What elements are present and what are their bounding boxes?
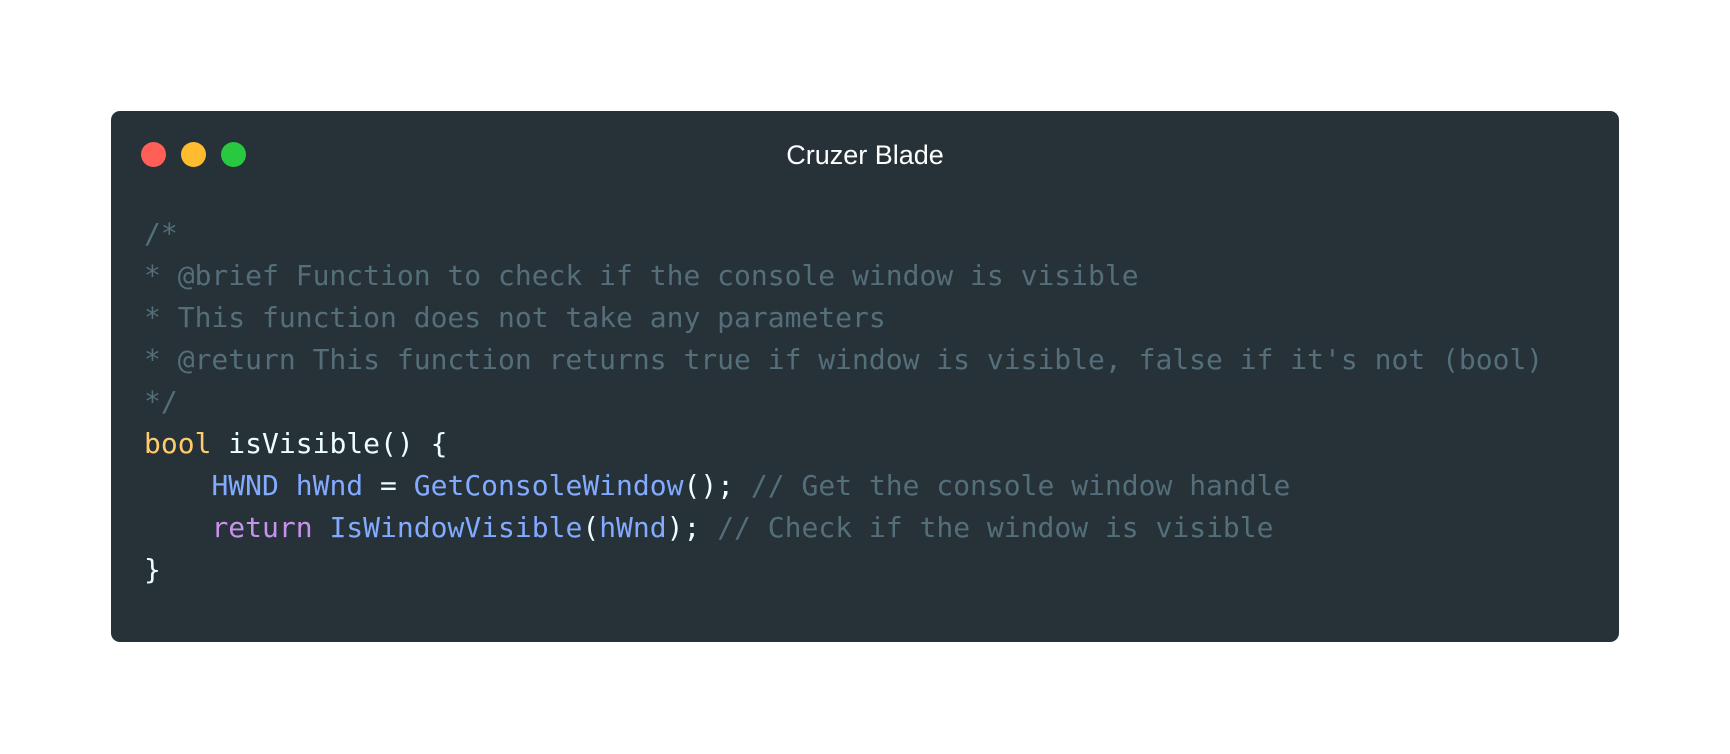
code-token-ident: GetConsoleWindow <box>413 469 684 502</box>
code-line: * @return This function returns true if … <box>144 339 1543 381</box>
code-token-keyword: return <box>211 511 313 544</box>
code-block: /* * @brief Function to check if the cons… <box>144 213 1543 591</box>
code-line: /* <box>144 213 1543 255</box>
code-line: bool isVisible() { <box>144 423 1543 465</box>
title-bar: Cruzer Blade <box>111 111 1619 197</box>
code-token-comment: */ <box>144 385 178 418</box>
code-token-ident: HWND <box>211 469 279 502</box>
code-token-plain: (); <box>683 469 751 502</box>
code-token-comment: * @return This function returns true if … <box>144 343 1544 376</box>
code-token-plain: isVisible() { <box>211 427 448 460</box>
code-token-comment: * This function does not take any parame… <box>144 301 886 334</box>
code-token-ident: hWnd <box>599 511 667 544</box>
code-line: } <box>144 549 1543 591</box>
code-token-ident: IsWindowVisible <box>329 511 583 544</box>
window-title: Cruzer Blade <box>786 140 944 170</box>
code-token-comment: * @brief Function to check if the consol… <box>144 259 1139 292</box>
code-token-comment: // Check if the window is visible <box>717 511 1274 544</box>
code-line: */ <box>144 381 1543 423</box>
code-token-plain: } <box>144 553 161 586</box>
code-token-plain: ); <box>666 511 718 544</box>
code-line: * @brief Function to check if the consol… <box>144 255 1543 297</box>
code-token-ident: hWnd <box>295 469 364 502</box>
code-token-type: bool <box>144 427 212 460</box>
code-line: return IsWindowVisible(hWnd); // Check i… <box>144 507 1543 549</box>
code-line: * This function does not take any parame… <box>144 297 1543 339</box>
code-window: Cruzer Blade /* * @brief Function to chec… <box>111 111 1619 642</box>
code-token-plain: = <box>363 469 414 502</box>
code-token-plain: ( <box>582 511 600 544</box>
code-token-comment: // Get the console window handle <box>750 469 1291 502</box>
code-line: HWND hWnd = GetConsoleWindow(); // Get t… <box>144 465 1543 507</box>
code-token-comment: /* <box>144 217 178 250</box>
